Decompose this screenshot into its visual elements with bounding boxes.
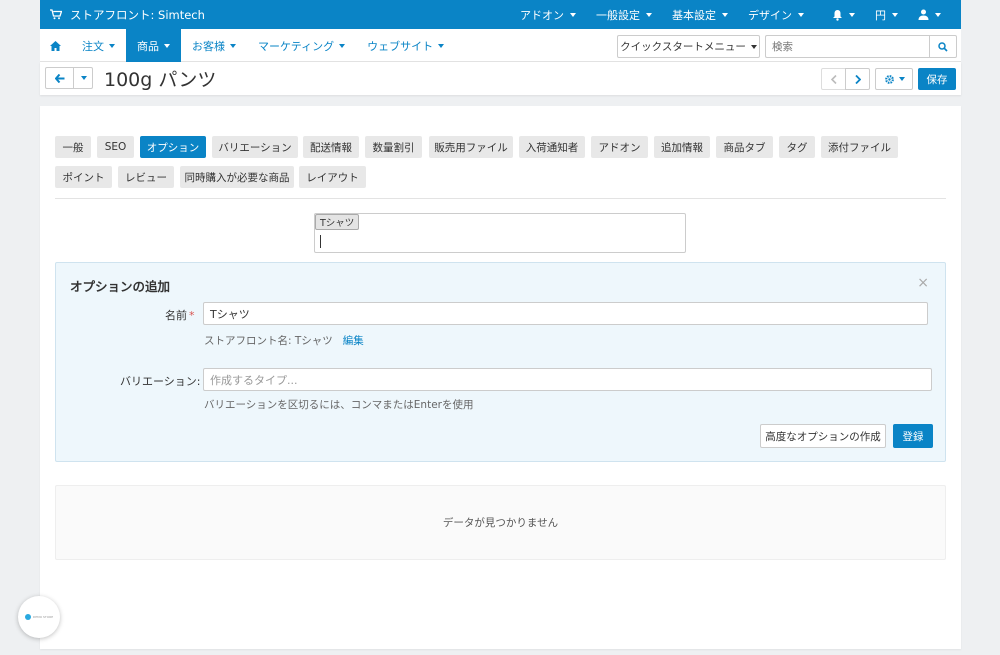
nav-products[interactable]: 商品 xyxy=(126,29,181,62)
text-cursor xyxy=(320,235,321,248)
arrow-left-icon xyxy=(54,73,64,83)
chevron-left-icon xyxy=(830,74,837,84)
caret-down-icon xyxy=(81,76,87,80)
page-title: 100g パンツ xyxy=(104,69,217,91)
logo-dot-icon xyxy=(24,614,31,620)
user-menu[interactable] xyxy=(908,9,951,20)
menu-addons[interactable]: アドオン xyxy=(510,7,586,23)
tab-options[interactable]: オプション xyxy=(140,136,206,158)
required-mark: * xyxy=(189,309,195,322)
tab-layout[interactable]: レイアウト xyxy=(299,166,366,188)
currency-menu[interactable]: 円 xyxy=(865,7,908,23)
gear-icon xyxy=(884,74,894,84)
tab-points[interactable]: ポイント xyxy=(55,166,112,188)
cart-icon xyxy=(50,9,62,20)
tab-addons[interactable]: アドオン xyxy=(591,136,648,158)
selected-options-field[interactable]: Tシャツ xyxy=(314,213,686,253)
settings-dropdown-button[interactable] xyxy=(875,68,913,90)
variation-label: バリエーション: xyxy=(120,375,201,388)
register-button[interactable]: 登録 xyxy=(893,424,933,448)
caret-down-icon xyxy=(339,43,346,48)
bell-icon xyxy=(833,9,842,21)
tabs-divider xyxy=(55,198,946,199)
caret-down-icon xyxy=(935,12,941,17)
caret-down-icon xyxy=(798,12,804,17)
edit-link[interactable]: 編集 xyxy=(343,335,364,347)
caret-down-icon xyxy=(750,44,757,49)
option-name-input[interactable]: Tシャツ xyxy=(203,302,928,325)
demo-store-badge[interactable]: DEMO STORE xyxy=(18,596,60,638)
caret-down-icon xyxy=(230,43,236,48)
tab-variations[interactable]: バリエーション xyxy=(212,136,298,158)
badge-text: DEMO STORE xyxy=(32,615,54,619)
save-button[interactable]: 保存 xyxy=(918,68,956,90)
menu-general-settings[interactable]: 一般設定 xyxy=(586,7,662,23)
tab-required-products[interactable]: 同時購入が必要な商品 xyxy=(180,166,294,188)
search-icon xyxy=(938,41,948,52)
tab-quantity-discounts[interactable]: 数量割引 xyxy=(365,136,422,158)
variation-hint: バリエーションを区切るには、コンマまたはEnterを使用 xyxy=(204,399,474,411)
tab-shipping[interactable]: 配送情報 xyxy=(303,136,359,158)
back-dropdown-button[interactable] xyxy=(73,67,93,89)
main-nav: 注文 商品 お客様 マーケティング ウェブサイト クイックスタートメニュー xyxy=(40,29,961,62)
caret-down-icon xyxy=(722,12,728,17)
tab-general[interactable]: 一般 xyxy=(55,136,91,158)
next-product-button[interactable] xyxy=(845,68,870,90)
no-data-message: データが見つかりません xyxy=(55,485,946,560)
nav-home[interactable] xyxy=(40,29,71,62)
title-bar: 100g パンツ 保存 xyxy=(40,62,961,95)
caret-down-icon xyxy=(109,43,115,48)
caret-down-icon xyxy=(570,12,576,17)
name-label: 名前 * xyxy=(165,309,195,322)
option-tag[interactable]: Tシャツ xyxy=(315,214,360,230)
top-bar: ストアフロント: Simtech アドオン 一般設定 基本設定 デザイン 円 xyxy=(40,0,961,29)
menu-design[interactable]: デザイン xyxy=(738,7,814,23)
search-input[interactable] xyxy=(765,35,930,58)
caret-down-icon xyxy=(898,77,905,81)
panel-title: オプションの追加 xyxy=(70,279,171,294)
nav-marketing[interactable]: マーケティング xyxy=(247,29,356,62)
storefront-selector[interactable]: ストアフロント: Simtech xyxy=(50,0,205,29)
search-button[interactable] xyxy=(929,35,957,58)
storefront-name: ストアフロント: Simtech xyxy=(70,7,205,22)
close-icon[interactable]: × xyxy=(917,275,929,291)
advanced-option-button[interactable]: 高度なオプションの作成 xyxy=(760,424,886,448)
nav-orders[interactable]: 注文 xyxy=(71,29,126,62)
tab-product-tabs[interactable]: 商品タブ xyxy=(716,136,773,158)
caret-down-icon xyxy=(849,12,855,17)
tab-stock-notifications[interactable]: 入荷通知者 xyxy=(519,136,585,158)
menu-basic-settings[interactable]: 基本設定 xyxy=(662,7,738,23)
caret-down-icon xyxy=(646,12,652,17)
home-icon xyxy=(50,40,61,51)
user-icon xyxy=(918,9,929,20)
tab-reviews[interactable]: レビュー xyxy=(118,166,174,188)
caret-down-icon xyxy=(892,12,898,17)
content-panel: 一般 SEO オプション バリエーション 配送情報 数量割引 販売用ファイル 入… xyxy=(40,106,961,649)
add-option-panel: オプションの追加 × 名前 * Tシャツ ストアフロント名: Tシャツ 編集 バリエ… xyxy=(55,262,946,462)
back-button[interactable] xyxy=(45,67,74,89)
previous-product-button[interactable] xyxy=(821,68,846,90)
notifications-menu[interactable] xyxy=(822,9,865,21)
caret-down-icon xyxy=(164,43,170,48)
tab-seo[interactable]: SEO xyxy=(97,136,134,158)
nav-customers[interactable]: お客様 xyxy=(181,29,247,62)
tab-tags[interactable]: タグ xyxy=(779,136,815,158)
nav-website[interactable]: ウェブサイト xyxy=(356,29,455,62)
quickstart-menu-button[interactable]: クイックスタートメニュー xyxy=(617,35,760,58)
storefront-name-hint: ストアフロント名: Tシャツ 編集 xyxy=(204,335,364,347)
tab-sellable-files[interactable]: 販売用ファイル xyxy=(429,136,513,158)
chevron-right-icon xyxy=(854,74,861,84)
tab-attachments[interactable]: 添付ファイル xyxy=(821,136,898,158)
variation-input[interactable]: 作成するタイプ... xyxy=(203,368,932,391)
tab-extra-info[interactable]: 追加情報 xyxy=(654,136,710,158)
caret-down-icon xyxy=(438,43,445,48)
